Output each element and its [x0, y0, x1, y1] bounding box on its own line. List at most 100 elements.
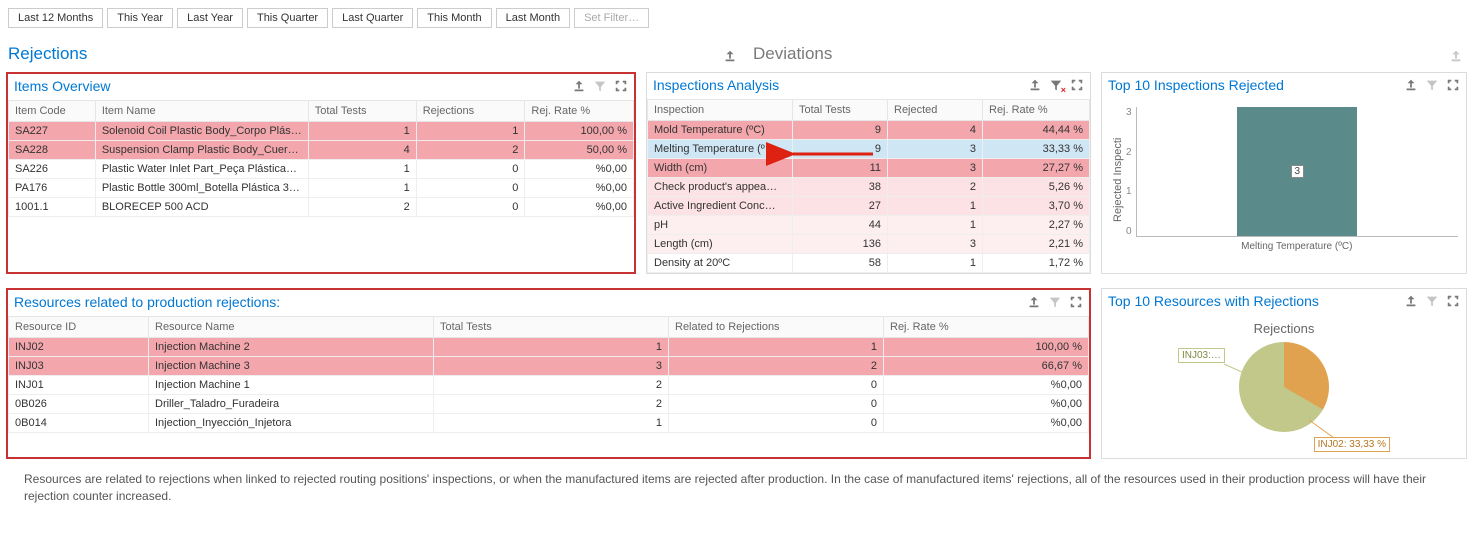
table-cell: INJ01 — [9, 376, 149, 395]
filter-last-month[interactable]: Last Month — [496, 8, 570, 28]
filter-active-icon[interactable]: × — [1048, 78, 1063, 93]
table-cell: %0,00 — [525, 198, 634, 217]
table-row[interactable]: SA227Solenoid Coil Plastic Body_Corpo Pl… — [9, 122, 634, 141]
panel-title: Items Overview — [14, 78, 110, 94]
filter-icon[interactable] — [592, 79, 607, 94]
export-icon[interactable] — [1403, 78, 1418, 93]
table-cell: 1 — [888, 197, 983, 216]
col-header[interactable]: Resource Name — [149, 317, 434, 338]
table-cell: 66,67 % — [884, 357, 1089, 376]
col-header[interactable]: Related to Rejections — [669, 317, 884, 338]
table-row[interactable]: 1001.1BLORECEP 500 ACD20%0,00 — [9, 198, 634, 217]
filter-icon[interactable] — [1047, 295, 1062, 310]
table-row[interactable]: INJ03Injection Machine 33266,67 % — [9, 357, 1089, 376]
expand-icon[interactable] — [613, 79, 628, 94]
table-cell: 1 — [434, 414, 669, 433]
col-header[interactable]: Resource ID — [9, 317, 149, 338]
table-row[interactable]: Active Ingredient Conc…2713,70 % — [648, 197, 1090, 216]
table-cell: 4 — [888, 121, 983, 140]
table-cell: Suspension Clamp Plastic Body_Cuer… — [95, 141, 308, 160]
col-header[interactable]: Item Code — [9, 101, 96, 122]
table-row[interactable]: Mold Temperature (ºC)9444,44 % — [648, 121, 1090, 140]
col-header[interactable]: Total Tests — [308, 101, 416, 122]
col-header[interactable]: Rej. Rate % — [525, 101, 634, 122]
table-cell: %0,00 — [525, 179, 634, 198]
filter-icon[interactable] — [1424, 294, 1439, 309]
table-cell: 0B014 — [9, 414, 149, 433]
table-cell: 9 — [793, 140, 888, 159]
filter-set-custom[interactable]: Set Filter… — [574, 8, 649, 28]
filter-last-year[interactable]: Last Year — [177, 8, 243, 28]
y-axis-label: Rejected Inspecti — [1110, 107, 1126, 252]
export-icon[interactable] — [1448, 49, 1463, 64]
table-cell: 44,44 % — [983, 121, 1090, 140]
table-row[interactable]: 0B026Driller_Taladro_Furadeira20%0,00 — [9, 395, 1089, 414]
table-cell: 44 — [793, 216, 888, 235]
col-header[interactable]: Total Tests — [434, 317, 669, 338]
col-header[interactable]: Rej. Rate % — [983, 100, 1090, 121]
filter-this-month[interactable]: This Month — [417, 8, 491, 28]
col-header[interactable]: Rejected — [888, 100, 983, 121]
table-cell: 100,00 % — [884, 338, 1089, 357]
table-cell: Injection_Inyección_Injetora — [149, 414, 434, 433]
col-header[interactable]: Inspection — [648, 100, 793, 121]
panel-resources: Resources related to production rejectio… — [6, 288, 1091, 459]
pie-graphic[interactable] — [1239, 342, 1329, 432]
table-cell: 5,26 % — [983, 178, 1090, 197]
table-row[interactable]: SA226Plastic Water Inlet Part_Peça Plást… — [9, 160, 634, 179]
footnote-text: Resources are related to rejections when… — [6, 459, 1467, 509]
table-row[interactable]: PA176Plastic Bottle 300ml_Botella Plásti… — [9, 179, 634, 198]
table-row[interactable]: pH4412,27 % — [648, 216, 1090, 235]
filter-last-12-months[interactable]: Last 12 Months — [8, 8, 103, 28]
filter-last-quarter[interactable]: Last Quarter — [332, 8, 413, 28]
table-row[interactable]: Length (cm)13632,21 % — [648, 235, 1090, 254]
export-icon[interactable] — [1403, 294, 1418, 309]
table-cell: PA176 — [9, 179, 96, 198]
bar-value-label: 3 — [1291, 165, 1305, 178]
table-cell: 0 — [669, 414, 884, 433]
table-cell: Melting Temperature (º… — [648, 140, 793, 159]
export-icon[interactable] — [722, 49, 737, 64]
filter-this-quarter[interactable]: This Quarter — [247, 8, 328, 28]
table-cell: 9 — [793, 121, 888, 140]
table-row[interactable]: Melting Temperature (º…9333,33 % — [648, 140, 1090, 159]
table-row[interactable]: INJ02Injection Machine 211100,00 % — [9, 338, 1089, 357]
table-row[interactable]: Width (cm)11327,27 % — [648, 159, 1090, 178]
col-header[interactable]: Rejections — [416, 101, 525, 122]
table-cell: 33,33 % — [983, 140, 1090, 159]
table-cell: 0 — [669, 395, 884, 414]
table-row[interactable]: SA228Suspension Clamp Plastic Body_Cuer…… — [9, 141, 634, 160]
panel-top-inspections: Top 10 Inspections Rejected Rejected Ins… — [1101, 72, 1467, 274]
table-row[interactable]: INJ01Injection Machine 120%0,00 — [9, 376, 1089, 395]
table-row[interactable]: Check product's appea…3825,26 % — [648, 178, 1090, 197]
section-deviations-title: Deviations — [751, 40, 834, 72]
table-row[interactable]: 0B014Injection_Inyección_Injetora10%0,00 — [9, 414, 1089, 433]
expand-icon[interactable] — [1069, 78, 1084, 93]
export-icon[interactable] — [1026, 295, 1041, 310]
table-cell: 38 — [793, 178, 888, 197]
col-header[interactable]: Item Name — [95, 101, 308, 122]
table-cell: 2 — [434, 376, 669, 395]
export-icon[interactable] — [571, 79, 586, 94]
table-cell: 2 — [669, 357, 884, 376]
expand-icon[interactable] — [1068, 295, 1083, 310]
table-cell: 0 — [416, 198, 525, 217]
table-cell: Width (cm) — [648, 159, 793, 178]
table-cell: 1 — [669, 338, 884, 357]
table-cell: 27 — [793, 197, 888, 216]
col-header[interactable]: Rej. Rate % — [884, 317, 1089, 338]
table-cell: %0,00 — [884, 414, 1089, 433]
table-cell: BLORECEP 500 ACD — [95, 198, 308, 217]
filter-this-year[interactable]: This Year — [107, 8, 173, 28]
export-icon[interactable] — [1027, 78, 1042, 93]
table-row[interactable]: Density at 20ºC5811,72 % — [648, 254, 1090, 273]
items-table: Item Code Item Name Total Tests Rejectio… — [8, 100, 634, 217]
table-cell: pH — [648, 216, 793, 235]
expand-icon[interactable] — [1445, 78, 1460, 93]
resources-table: Resource ID Resource Name Total Tests Re… — [8, 316, 1089, 433]
table-cell: SA228 — [9, 141, 96, 160]
col-header[interactable]: Total Tests — [793, 100, 888, 121]
filter-icon[interactable] — [1424, 78, 1439, 93]
expand-icon[interactable] — [1445, 294, 1460, 309]
chart-bar[interactable]: 3 — [1237, 107, 1357, 236]
